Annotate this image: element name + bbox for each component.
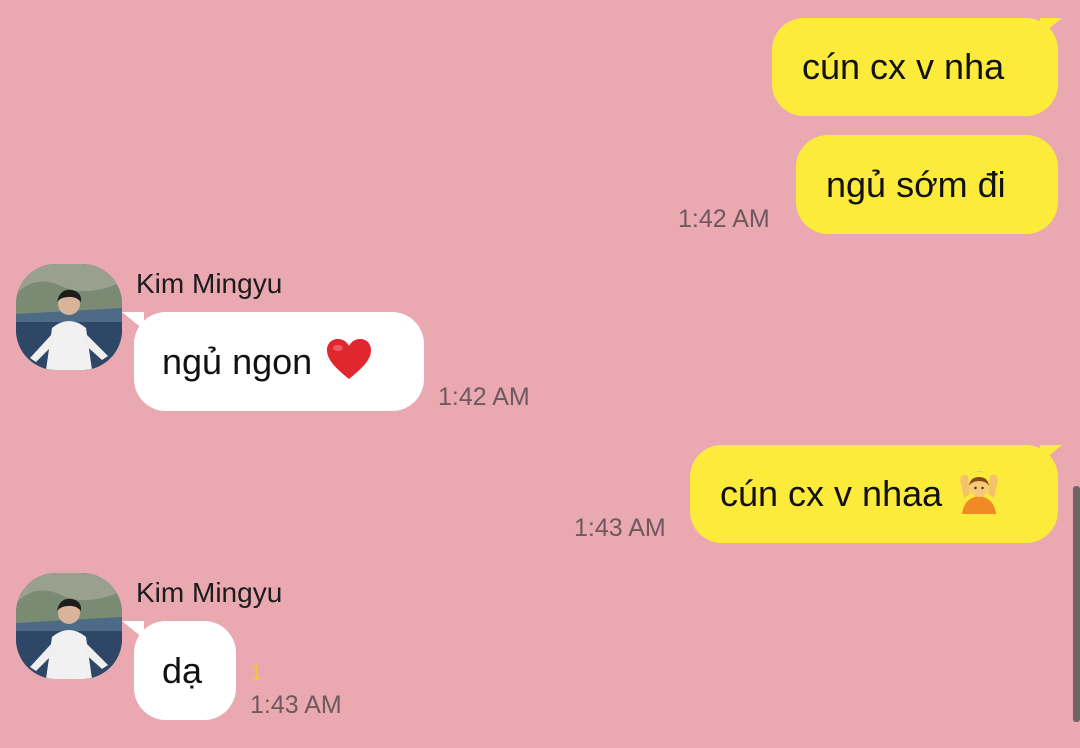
message-timestamp: 1:42 AM xyxy=(438,383,530,411)
scrollbar[interactable] xyxy=(1073,486,1080,722)
message-timestamp: 1:42 AM xyxy=(678,205,770,233)
message-timestamp: 1:43 AM xyxy=(574,514,666,542)
chat-view: cún cx v nha ngủ sớm đi 1:42 AM Kim Ming… xyxy=(0,0,1080,748)
bubble-tail xyxy=(1040,445,1062,463)
unread-count: 1 xyxy=(250,660,263,685)
sender-name: Kim Mingyu xyxy=(136,268,283,299)
contact-avatar[interactable] xyxy=(16,573,122,679)
avatar-photo xyxy=(16,573,122,679)
red-heart-icon xyxy=(326,338,372,386)
incoming-message-bubble[interactable]: ngủ ngon xyxy=(134,312,424,411)
message-text: dạ xyxy=(162,649,203,691)
incoming-message-bubble[interactable]: dạ xyxy=(134,621,236,720)
sender-name: Kim Mingyu xyxy=(136,577,283,608)
avatar-photo xyxy=(16,264,122,370)
outgoing-message-bubble[interactable]: ngủ sớm đi xyxy=(796,135,1058,234)
person-gesturing-ok-icon xyxy=(956,468,1002,520)
outgoing-message-bubble[interactable]: cún cx v nha xyxy=(772,18,1058,116)
contact-avatar[interactable] xyxy=(16,264,122,370)
message-text: cún cx v nhaa xyxy=(720,473,943,514)
message-timestamp: 1:43 AM xyxy=(250,691,342,719)
message-text: ngủ sớm đi xyxy=(826,163,1006,205)
message-text: cún cx v nha xyxy=(802,46,1005,87)
message-text: ngủ ngon xyxy=(162,340,313,382)
outgoing-message-bubble[interactable]: cún cx v nhaa xyxy=(690,445,1058,543)
bubble-tail xyxy=(1040,18,1062,36)
